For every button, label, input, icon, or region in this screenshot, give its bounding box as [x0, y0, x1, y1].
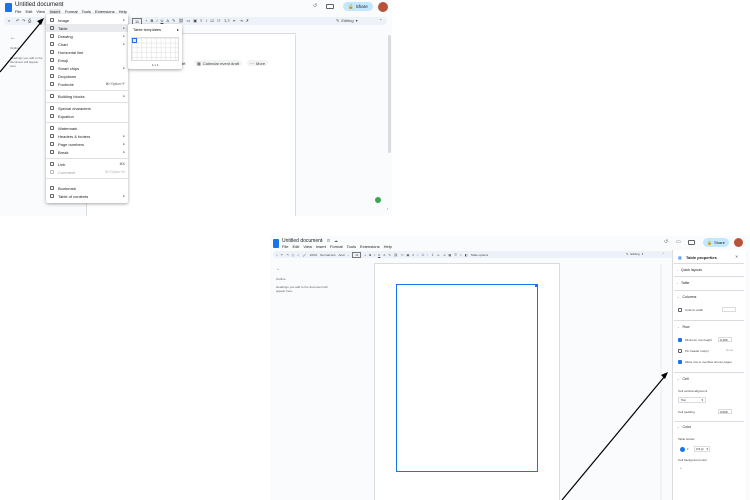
bottom-screenshot: Untitled document ☆ ⊡ ☁ File Edit View I… — [270, 236, 750, 500]
annotation-arrow — [561, 372, 668, 500]
top-screenshot: Untitled document ☆ File Edit View Inser… — [0, 0, 392, 216]
annotation-arrow — [0, 18, 44, 73]
